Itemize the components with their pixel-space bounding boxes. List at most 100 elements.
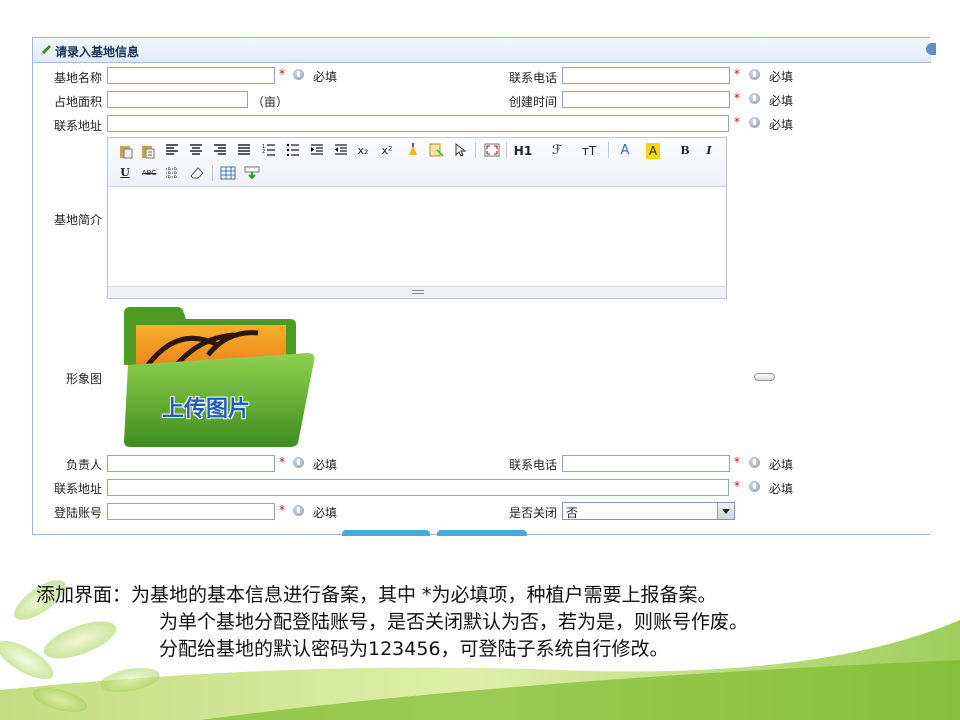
login-account-input[interactable] <box>107 503 275 520</box>
ordered-list-icon[interactable]: 12 <box>262 143 276 157</box>
required-hint: 必填 <box>313 506 338 520</box>
created-time-input[interactable] <box>562 91 730 108</box>
info-icon <box>749 93 760 104</box>
collapse-icon[interactable] <box>926 43 936 55</box>
required-hint: 必填 <box>769 118 794 132</box>
folder-photo-icon <box>124 307 315 447</box>
login-account-label: 登陆账号 <box>53 506 102 520</box>
contact-address-label: 联系地址 <box>53 119 102 133</box>
info-icon <box>749 117 760 128</box>
created-time-label: 创建时间 <box>508 95 557 109</box>
area-unit: （亩） <box>252 95 289 109</box>
manager-address-label: 联系地址 <box>53 482 102 496</box>
editor-toolbar: 12 x₂ x² H1 ℱ ᴛT A A B I U ABC <box>108 138 726 187</box>
required-mark: * <box>734 455 740 469</box>
contact-address-input[interactable] <box>107 115 729 132</box>
submit-button[interactable] <box>342 530 430 536</box>
panel-header: 请录入基地信息 <box>33 38 936 63</box>
required-hint: 必填 <box>769 458 794 472</box>
area-input[interactable] <box>107 91 248 108</box>
info-icon <box>749 457 760 468</box>
insert-icon[interactable] <box>244 166 260 180</box>
editor-resize-bar[interactable] <box>108 286 726 298</box>
info-icon <box>293 69 304 80</box>
info-icon <box>749 69 760 80</box>
required-hint: 必填 <box>769 70 794 84</box>
required-mark: * <box>734 115 740 129</box>
description-line-3: 分配给基地的默认密码为123456，可登陆子系统自行修改。 <box>159 638 669 660</box>
required-hint: 必填 <box>769 94 794 108</box>
pencil-icon <box>41 45 51 55</box>
area-label: 占地面积 <box>53 95 102 109</box>
upload-image-label: 上传图片 <box>162 397 251 422</box>
fullscreen-icon[interactable] <box>484 143 500 157</box>
indent-icon[interactable] <box>310 143 324 157</box>
heading-icon[interactable]: H1 <box>513 143 533 159</box>
superscript-icon[interactable]: x² <box>380 143 394 159</box>
select-icon[interactable] <box>453 143 467 157</box>
unordered-list-icon[interactable] <box>286 143 300 157</box>
description-line-1: 添加界面：为基地的基本信息进行备案，其中 *为必填项，种植户需要上报备案。 <box>36 584 717 606</box>
required-mark: * <box>279 455 285 469</box>
closed-select-value: 否 <box>566 506 579 520</box>
closed-select[interactable]: 否 <box>562 502 735 520</box>
image-label: 形象图 <box>65 372 102 386</box>
panel-title: 请录入基地信息 <box>55 45 140 59</box>
italic-icon[interactable]: I <box>702 143 716 159</box>
highlight-icon[interactable]: A <box>646 143 660 159</box>
toolbar-separator <box>212 165 213 181</box>
align-center-icon[interactable] <box>189 143 203 157</box>
paste-icon[interactable] <box>118 143 134 159</box>
chevron-down-icon[interactable] <box>717 503 734 519</box>
required-mark: * <box>734 67 740 81</box>
bold-icon[interactable]: B <box>678 143 692 159</box>
intro-label: 基地简介 <box>53 213 102 227</box>
clear-format-icon[interactable] <box>405 142 421 158</box>
outdent-icon[interactable] <box>334 143 348 157</box>
table-icon[interactable] <box>220 166 236 180</box>
required-hint: 必填 <box>313 70 338 84</box>
paste-text-icon[interactable] <box>140 143 156 159</box>
font-size-icon[interactable]: ᴛT <box>580 143 598 159</box>
info-icon <box>293 457 304 468</box>
required-mark: * <box>279 503 285 517</box>
toolbar-separator <box>475 142 476 158</box>
required-hint: 必填 <box>313 458 338 472</box>
closed-label: 是否关闭 <box>508 506 557 520</box>
manager-address-input[interactable] <box>107 479 729 496</box>
small-button[interactable] <box>754 373 775 381</box>
base-name-label: 基地名称 <box>53 71 102 85</box>
required-mark: * <box>279 67 285 81</box>
align-left-icon[interactable] <box>165 143 179 157</box>
font-color-icon[interactable]: A <box>618 143 632 159</box>
required-hint: 必填 <box>769 482 794 496</box>
rich-text-editor[interactable]: 12 x₂ x² H1 ℱ ᴛT A A B I U ABC <box>107 137 727 299</box>
manager-input[interactable] <box>107 455 275 472</box>
align-justify-icon[interactable] <box>237 143 251 157</box>
toolbar-separator <box>608 142 609 158</box>
font-family-icon[interactable]: ℱ <box>550 143 564 159</box>
contact-phone-input[interactable] <box>562 67 730 84</box>
reset-button[interactable] <box>437 530 527 536</box>
align-right-icon[interactable] <box>213 143 227 157</box>
description-line-2: 为单个基地分配登陆账号，是否关闭默认为否，若为是，则账号作废。 <box>159 611 749 633</box>
manager-phone-label: 联系电话 <box>508 458 557 472</box>
manager-label: 负责人 <box>65 458 102 472</box>
info-icon <box>749 481 760 492</box>
required-mark: * <box>734 479 740 493</box>
strikethrough-icon[interactable]: ABC <box>140 165 158 181</box>
contact-phone-label: 联系电话 <box>508 71 557 85</box>
horizontal-rule-icon[interactable] <box>165 166 179 180</box>
info-icon <box>293 505 304 516</box>
base-name-input[interactable] <box>107 67 275 84</box>
select-all-icon[interactable] <box>428 142 444 158</box>
eraser-icon[interactable] <box>189 166 205 180</box>
editor-content-area[interactable] <box>108 187 726 287</box>
subscript-icon[interactable]: x₂ <box>356 143 370 159</box>
resize-grip-icon[interactable] <box>412 290 424 291</box>
manager-phone-input[interactable] <box>562 455 730 472</box>
toolbar-separator <box>506 142 507 158</box>
upload-image-button[interactable]: 上传图片 <box>118 305 318 447</box>
underline-icon[interactable]: U <box>118 165 132 181</box>
required-mark: * <box>734 91 740 105</box>
